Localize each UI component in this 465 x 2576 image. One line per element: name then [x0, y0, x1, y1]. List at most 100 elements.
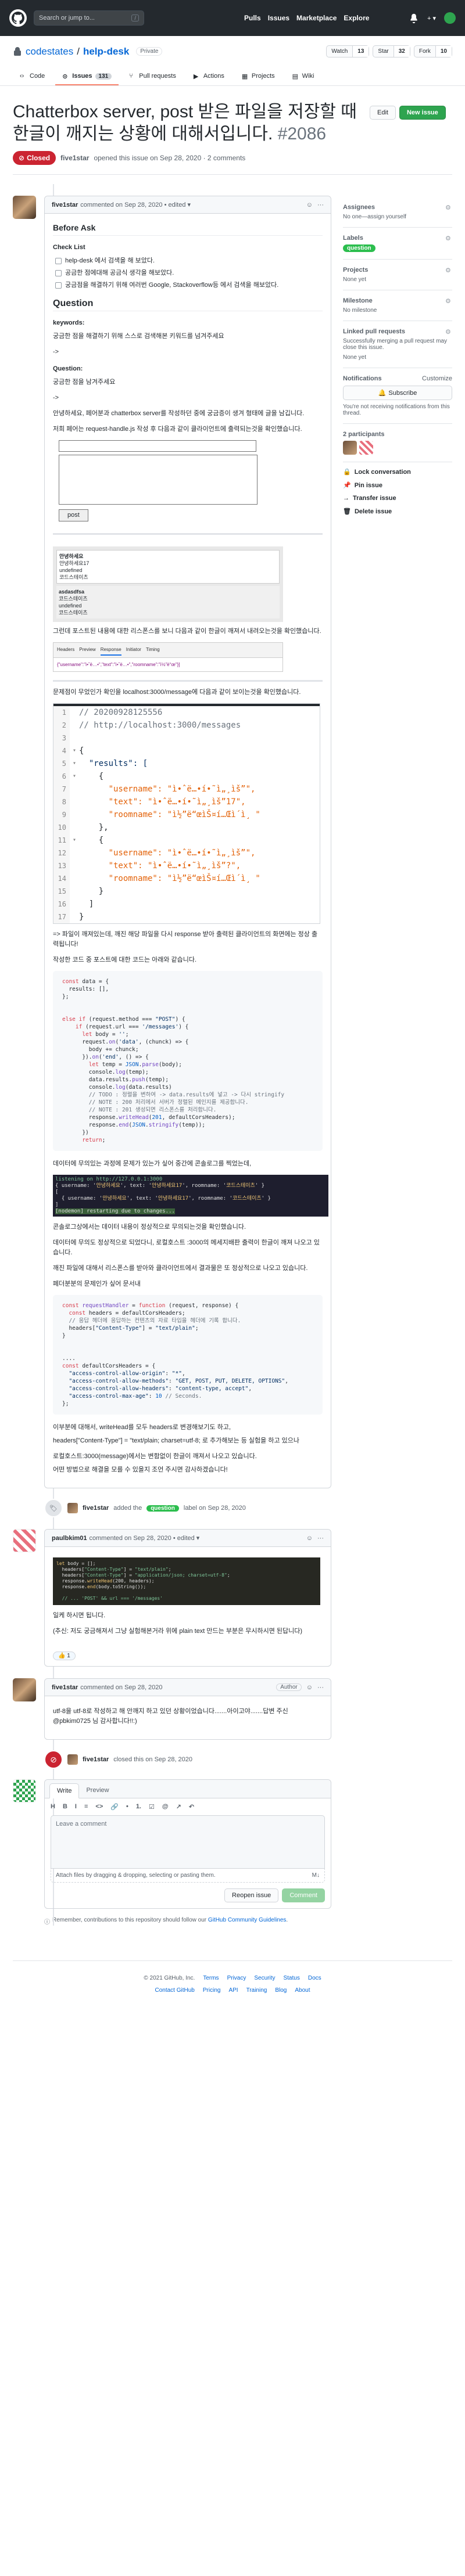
- italic-icon[interactable]: I: [75, 1803, 77, 1811]
- tab-projects[interactable]: ▦ Projects: [235, 68, 282, 85]
- gear-icon[interactable]: ⚙: [445, 328, 452, 336]
- customize-link[interactable]: Customize: [422, 375, 452, 382]
- tab-write[interactable]: Write: [49, 1783, 80, 1798]
- comment-author[interactable]: five1star: [52, 1684, 78, 1691]
- nav-pulls[interactable]: Pulls: [244, 14, 261, 22]
- avatar[interactable]: [13, 196, 36, 219]
- devtools-tab: Response: [100, 645, 121, 656]
- comment-textarea[interactable]: Leave a comment: [51, 1815, 325, 1869]
- footer-link-security[interactable]: Security: [254, 1975, 275, 1981]
- participant-avatar[interactable]: [359, 441, 373, 455]
- participant-avatar[interactable]: [343, 441, 357, 455]
- footer-link-api[interactable]: API: [228, 1987, 238, 1994]
- footer-link-terms[interactable]: Terms: [203, 1975, 219, 1981]
- comment-meta[interactable]: commented on Sep 28, 2020: [80, 1684, 162, 1691]
- comment-meta[interactable]: commented on Sep 28, 2020 • edited ▾: [90, 1534, 200, 1542]
- gear-icon[interactable]: ⚙: [445, 235, 452, 242]
- tab-code[interactable]: ‹› Code: [13, 68, 52, 85]
- tab-issues[interactable]: ⊙ Issues 131: [55, 68, 119, 85]
- search-input[interactable]: Search or jump to... /: [34, 10, 144, 26]
- kebab-menu-icon[interactable]: ···: [317, 1684, 324, 1691]
- reference-icon[interactable]: ↗: [176, 1803, 181, 1811]
- mention-icon[interactable]: @: [162, 1803, 169, 1811]
- create-new-menu[interactable]: + ▾: [427, 15, 436, 22]
- subscribe-button[interactable]: 🔔 Subscribe: [343, 386, 452, 400]
- transfer-label: Transfer issue: [353, 495, 396, 502]
- lock-conversation-link[interactable]: 🔒 Lock conversation: [343, 468, 452, 476]
- emoji-reaction-icon[interactable]: ☺: [306, 202, 313, 208]
- tab-actions[interactable]: ▶ Actions: [187, 68, 231, 85]
- saved-reply-icon[interactable]: ↶: [189, 1803, 194, 1811]
- github-logo-icon[interactable]: [9, 9, 27, 27]
- tab-preview[interactable]: Preview: [79, 1783, 116, 1798]
- task-list-icon[interactable]: ☑: [149, 1803, 155, 1811]
- code-icon[interactable]: <>: [95, 1803, 103, 1811]
- footer-link-docs[interactable]: Docs: [308, 1975, 321, 1981]
- fork-button[interactable]: Fork 10: [413, 45, 452, 57]
- pin-issue-link[interactable]: 📌 Pin issue: [343, 481, 452, 490]
- notification-bell-icon[interactable]: [409, 13, 419, 23]
- footer-link-contact[interactable]: Contact GitHub: [155, 1987, 195, 1994]
- footer-link-about[interactable]: About: [295, 1987, 310, 1994]
- checkbox[interactable]: [55, 258, 62, 264]
- edit-title-button[interactable]: Edit: [370, 106, 396, 120]
- tab-pull-requests[interactable]: ⑂ Pull requests: [122, 68, 183, 85]
- bullet-list-icon[interactable]: •: [126, 1803, 128, 1811]
- kebab-menu-icon[interactable]: ···: [317, 1535, 324, 1542]
- attach-files[interactable]: Attach files by dragging & dropping, sel…: [51, 1869, 325, 1883]
- participants-heading: 2 participants: [343, 431, 385, 438]
- transfer-issue-link[interactable]: → Transfer issue: [343, 495, 452, 502]
- nav-explore[interactable]: Explore: [344, 14, 369, 22]
- footer-link-privacy[interactable]: Privacy: [227, 1975, 246, 1981]
- checkbox[interactable]: [55, 270, 62, 276]
- checkbox[interactable]: [55, 282, 62, 289]
- star-button[interactable]: Star 32: [373, 45, 410, 57]
- gear-icon[interactable]: ⚙: [445, 204, 452, 211]
- numbered-list-icon[interactable]: 1.: [136, 1803, 141, 1811]
- avatar[interactable]: [13, 1529, 36, 1552]
- bold-icon[interactable]: B: [63, 1803, 67, 1811]
- avatar[interactable]: [67, 1503, 78, 1513]
- assignees-value[interactable]: No one—assign yourself: [343, 214, 452, 220]
- comment-author[interactable]: five1star: [52, 202, 78, 208]
- event-actor[interactable]: five1star: [83, 1505, 109, 1512]
- tab-wiki[interactable]: ▤ Wiki: [285, 68, 321, 85]
- comment-meta[interactable]: commented on Sep 28, 2020 • edited ▾: [80, 201, 191, 208]
- gear-icon[interactable]: ⚙: [445, 267, 452, 274]
- footer-link-training[interactable]: Training: [246, 1987, 267, 1994]
- avatar[interactable]: [13, 1779, 36, 1803]
- quote-icon[interactable]: ≡: [84, 1803, 88, 1811]
- label-question[interactable]: question: [343, 244, 375, 252]
- repo-owner-link[interactable]: codestates: [26, 46, 73, 57]
- watch-count[interactable]: 13: [352, 46, 369, 57]
- gear-icon[interactable]: ⚙: [445, 297, 452, 305]
- emoji-reaction-icon[interactable]: ☺: [306, 1684, 313, 1691]
- attach-text: Attach files by dragging & dropping, sel…: [56, 1872, 216, 1879]
- issue-author[interactable]: five1star: [60, 154, 89, 162]
- emoji-reaction-icon[interactable]: ☺: [306, 1535, 313, 1542]
- delete-issue-link[interactable]: 🗑 Delete issue: [343, 508, 452, 516]
- comment-author[interactable]: paulbkim01: [52, 1535, 87, 1542]
- event-actor[interactable]: five1star: [83, 1756, 109, 1763]
- kebab-menu-icon[interactable]: ···: [317, 202, 324, 208]
- guidelines-link[interactable]: GitHub Community Guidelines: [208, 1917, 287, 1923]
- nav-issues[interactable]: Issues: [268, 14, 289, 22]
- footer-link-pricing[interactable]: Pricing: [203, 1987, 221, 1994]
- label-question[interactable]: question: [146, 1505, 179, 1512]
- thumbs-up-reaction[interactable]: 👍 1: [53, 1652, 76, 1660]
- footer-link-blog[interactable]: Blog: [275, 1987, 287, 1994]
- comment-button[interactable]: Comment: [282, 1888, 325, 1902]
- link-icon[interactable]: 🔗: [110, 1803, 119, 1811]
- fork-count[interactable]: 10: [435, 46, 452, 57]
- avatar[interactable]: [13, 1678, 36, 1701]
- reopen-issue-button[interactable]: Reopen issue: [224, 1888, 279, 1902]
- footer-link-status[interactable]: Status: [283, 1975, 299, 1981]
- repo-name-link[interactable]: help-desk: [83, 46, 129, 57]
- star-count[interactable]: 32: [393, 46, 410, 57]
- watch-button[interactable]: Watch 13: [326, 45, 370, 57]
- nav-marketplace[interactable]: Marketplace: [296, 14, 337, 22]
- new-issue-button[interactable]: New issue: [399, 106, 446, 120]
- user-avatar-menu[interactable]: [444, 12, 456, 24]
- avatar[interactable]: [67, 1754, 78, 1765]
- heading-icon[interactable]: H: [51, 1803, 55, 1811]
